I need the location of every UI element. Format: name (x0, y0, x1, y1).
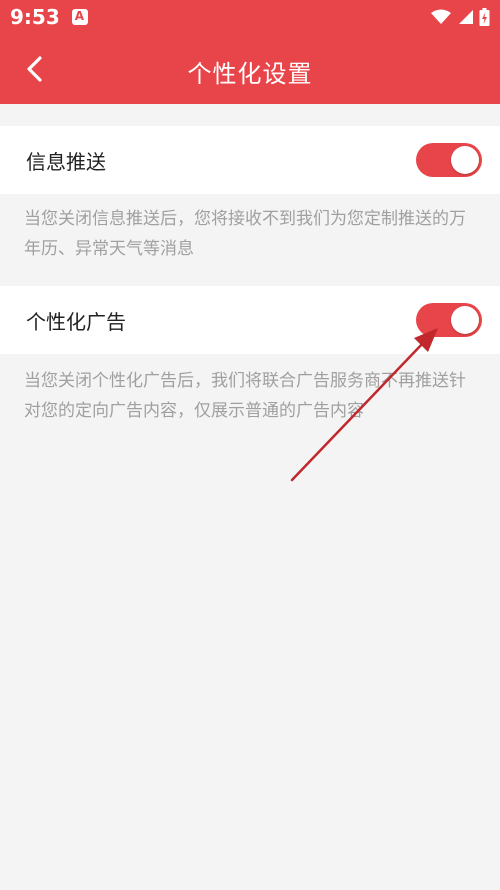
setting-label-personalized-ads: 个性化广告 (26, 309, 126, 334)
toggle-knob (451, 306, 479, 334)
status-time: 9:53 (10, 5, 60, 29)
setting-row-push-notifications: 信息推送 (0, 126, 500, 194)
toggle-knob (451, 146, 479, 174)
page-title: 个性化设置 (187, 60, 313, 88)
wifi-icon (431, 9, 451, 24)
setting-description-push-notifications: 当您关闭信息推送后，您将接收不到我们为您定制推送的万年历、异常天气等消息 (24, 209, 466, 259)
push-notifications-toggle[interactable] (416, 143, 482, 177)
personalized-ads-toggle[interactable] (416, 303, 482, 337)
app-bar: 个性化设置 (0, 34, 500, 104)
screen: 9:53 个性化设置 信息推送 (0, 0, 500, 890)
setting-row-personalized-ads: 个性化广告 (0, 286, 500, 354)
battery-icon (479, 8, 490, 26)
cellular-signal-icon (459, 10, 473, 24)
status-icons (431, 8, 490, 26)
setting-label-push-notifications: 信息推送 (26, 149, 106, 174)
app-notification-icon (71, 9, 88, 25)
setting-description-personalized-ads: 当您关闭个性化广告后，我们将联合广告服务商不再推送针对您的定向广告内容，仅展示普… (24, 371, 466, 421)
status-bar: 9:53 (0, 0, 500, 34)
